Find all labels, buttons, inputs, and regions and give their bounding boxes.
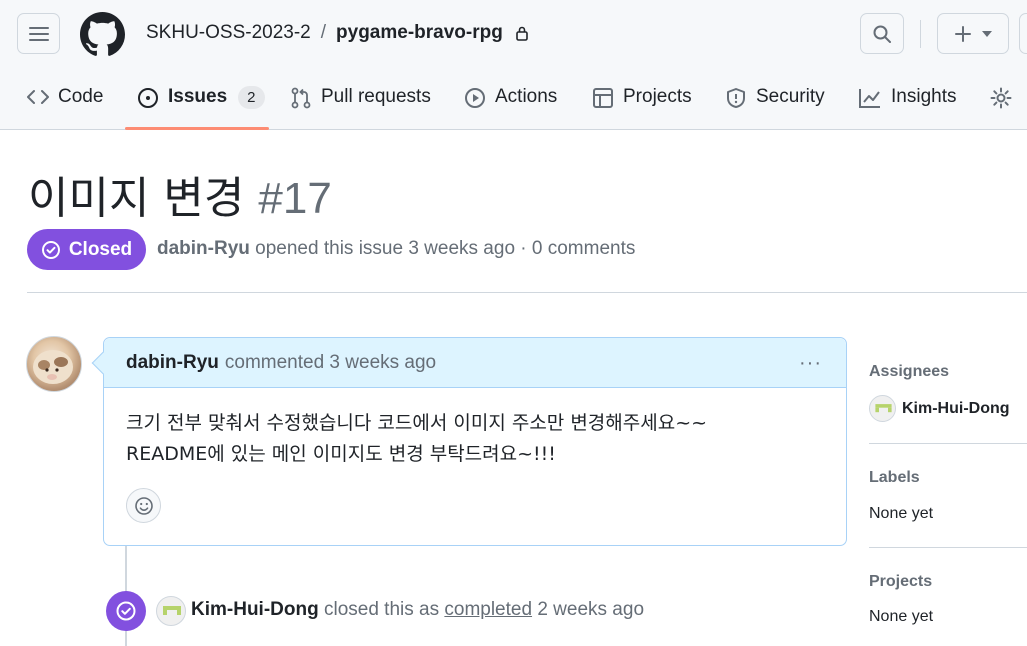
title-divider <box>27 292 1027 293</box>
identicon-image <box>875 404 892 413</box>
repo-owner-link[interactable]: SKHU-OSS-2023-2 <box>146 22 311 44</box>
labels-heading[interactable]: Labels <box>869 469 920 487</box>
tab-insights-label: Insights <box>891 86 957 107</box>
app-header: SKHU-OSS-2023-2 / pygame-bravo-rpg Code … <box>0 0 1027 130</box>
table-icon <box>593 88 613 108</box>
shield-icon <box>727 88 745 108</box>
tab-code-label: Code <box>58 86 104 107</box>
sidebar-divider <box>869 443 1027 444</box>
gear-icon <box>990 87 1012 109</box>
event-actor-avatar[interactable] <box>156 596 186 626</box>
code-icon <box>27 90 49 104</box>
issue-number: #17 <box>258 174 332 223</box>
tab-projects-label: Projects <box>623 86 692 107</box>
projects-heading[interactable]: Projects <box>869 573 932 591</box>
comment-timestamp[interactable]: commented 3 weeks ago <box>225 352 436 374</box>
check-circle-icon <box>116 601 136 621</box>
breadcrumb: SKHU-OSS-2023-2 / pygame-bravo-rpg <box>146 22 529 44</box>
issue-meta-text: opened this issue 3 weeks ago · 0 commen… <box>249 238 636 259</box>
projects-value: None yet <box>869 608 934 625</box>
assignee-name: Kim-Hui-Dong <box>902 399 1010 417</box>
comment-author-link[interactable]: dabin-Ryu <box>126 352 219 374</box>
lock-icon <box>516 26 528 41</box>
issues-shortcut-button[interactable] <box>1019 13 1027 54</box>
tab-code[interactable]: Code <box>27 78 103 130</box>
issues-count-badge: 2 <box>238 86 265 109</box>
hamburger-icon <box>28 26 49 41</box>
comment-header: dabin-Ryu commented 3 weeks ago ··· <box>91 338 846 388</box>
tab-pull-requests-label: Pull requests <box>321 86 431 107</box>
search-button[interactable] <box>860 13 904 54</box>
search-icon <box>873 25 891 43</box>
event-text: closed this as <box>318 599 445 620</box>
event-actor-link[interactable]: Kim-Hui-Dong <box>191 599 319 620</box>
avatar[interactable] <box>26 336 82 392</box>
event-time[interactable]: 2 weeks ago <box>532 599 644 620</box>
tab-security[interactable]: Security <box>725 78 825 130</box>
repo-name-link[interactable]: pygame-bravo-rpg <box>336 22 503 44</box>
tab-insights[interactable]: Insights <box>858 78 956 130</box>
issue-state-label: Closed <box>68 238 133 260</box>
assignees-heading[interactable]: Assignees <box>869 363 949 381</box>
comment-line: README에 있는 메인 이미지도 변경 부탁드려요~!!! <box>126 443 556 465</box>
sidebar-divider <box>869 547 1027 548</box>
add-reaction-button[interactable] <box>126 488 161 523</box>
tab-issues-label: Issues <box>168 86 228 107</box>
comment-line: 크기 전부 맞춰서 수정했습니다 코드에서 이미지 주소만 변경해주세요~~ <box>126 412 708 434</box>
issue-state-badge: Closed <box>27 229 146 270</box>
check-circle-icon <box>41 240 60 259</box>
tab-actions[interactable]: Actions <box>464 78 557 130</box>
issue-opened-icon <box>138 88 158 108</box>
assignee-item[interactable]: Kim-Hui-Dong <box>869 395 1010 422</box>
tab-projects[interactable]: Projects <box>592 78 692 130</box>
issue-meta: dabin-Ryu opened this issue 3 weeks ago … <box>157 238 635 260</box>
tab-settings[interactable] <box>990 78 1012 130</box>
assignee-avatar <box>869 395 896 422</box>
plus-icon <box>955 25 971 42</box>
repo-nav-tabs: Code Issues 2 Pull requests Actions Proj… <box>0 78 1027 130</box>
issue-author-link[interactable]: dabin-Ryu <box>157 238 250 259</box>
issue-title: 이미지 변경 #17 <box>28 162 332 226</box>
kebab-horizontal-icon[interactable]: ··· <box>799 352 822 375</box>
active-tab-indicator <box>125 127 269 130</box>
tab-pull-requests[interactable]: Pull requests <box>290 78 431 130</box>
issue-title-text: 이미지 변경 <box>28 173 245 224</box>
avatar-image <box>33 350 73 384</box>
create-new-button[interactable] <box>937 13 1009 54</box>
tab-issues[interactable]: Issues 2 <box>137 78 265 130</box>
smiley-icon <box>134 496 153 515</box>
play-icon <box>465 88 485 108</box>
closed-event-text: Kim-Hui-Dong closed this as completed 2 … <box>191 599 644 621</box>
tab-security-label: Security <box>756 86 825 107</box>
tab-actions-label: Actions <box>495 86 558 107</box>
closed-event-badge <box>106 591 146 631</box>
labels-value: None yet <box>869 505 934 522</box>
menu-button[interactable] <box>17 13 60 54</box>
comment-pointer <box>91 351 115 375</box>
breadcrumb-separator: / <box>320 22 327 43</box>
header-divider <box>920 20 921 48</box>
comment-body: 크기 전부 맞춰서 수정했습니다 코드에서 이미지 주소만 변경해주세요~~ R… <box>104 388 846 470</box>
comment-box: dabin-Ryu commented 3 weeks ago ··· 크기 전… <box>91 337 847 546</box>
git-pull-request-icon <box>291 87 311 109</box>
completed-link[interactable]: completed <box>444 599 532 620</box>
caret-down-icon <box>982 30 992 37</box>
identicon-image <box>163 606 181 615</box>
github-logo-icon[interactable] <box>80 12 125 57</box>
graph-icon <box>859 89 880 108</box>
